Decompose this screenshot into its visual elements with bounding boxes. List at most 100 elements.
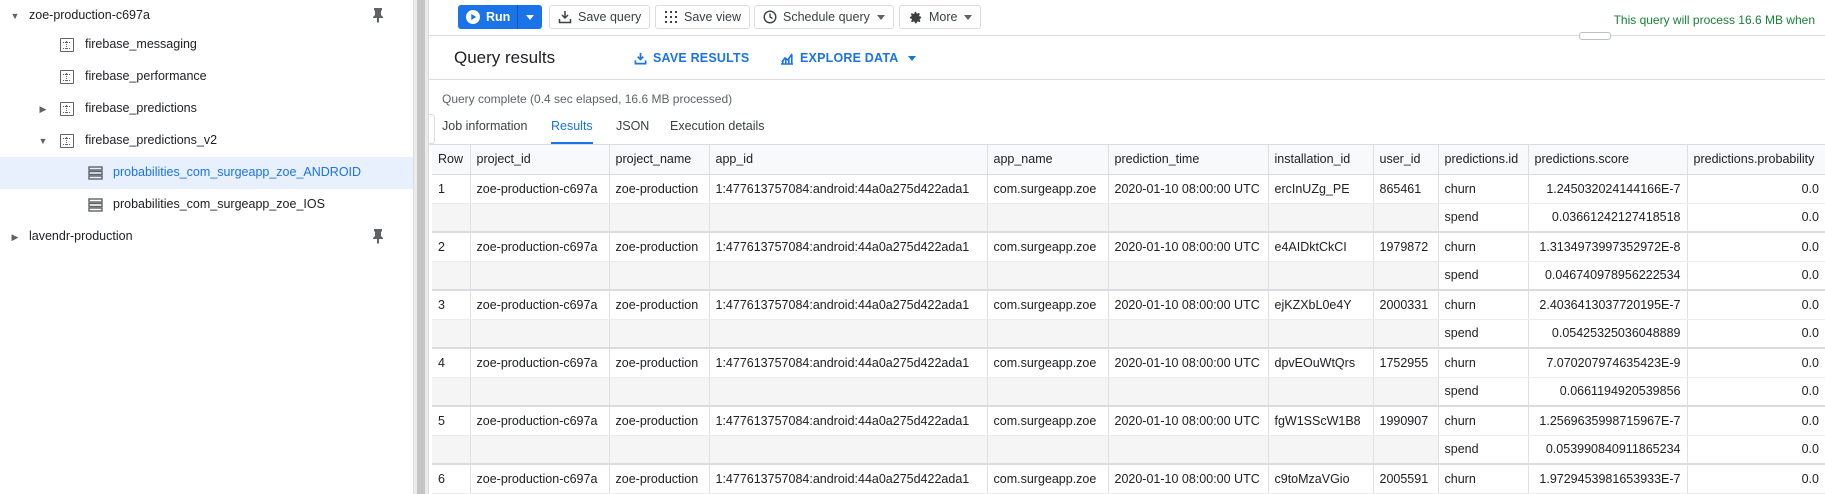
cell-predictions-probability: 0.0 [1686, 203, 1825, 233]
schedule-query-button[interactable]: Schedule query [754, 5, 894, 29]
tab-job-information[interactable]: Job information [442, 119, 527, 144]
tree-dataset-firebase-messaging[interactable]: firebase_messaging [0, 29, 413, 61]
column-header-predictions-probability[interactable]: predictions.probability [1686, 145, 1825, 175]
panel-splitter[interactable] [413, 0, 429, 494]
chevron-right-icon[interactable]: ▶ [38, 104, 48, 114]
empty-cell [1267, 261, 1373, 291]
column-header-app-name[interactable]: app_name [986, 145, 1108, 175]
empty-cell [608, 435, 709, 465]
empty-cell [432, 261, 470, 291]
tree-dataset-firebase-predictions[interactable]: ▶ firebase_predictions [0, 93, 413, 125]
cell-predictions-id: spend [1437, 203, 1528, 233]
column-header-app-id[interactable]: app_id [708, 145, 987, 175]
more-label: More [929, 10, 958, 24]
run-button[interactable]: Run [458, 5, 542, 29]
results-tabs: Job information Results JSON Execution d… [429, 114, 1825, 144]
tree-item-label: firebase_performance [85, 69, 207, 83]
cell-project-name: zoe-production [608, 232, 709, 262]
column-header-project-name[interactable]: project_name [608, 145, 709, 175]
results-header: Query results SAVE RESULTS EXPLORE DATA [429, 37, 1825, 80]
pin-icon[interactable] [371, 7, 385, 23]
cell-installation-id: dpvEOuWtQrs [1267, 348, 1373, 378]
tree-project-zoe-production[interactable]: ▼ zoe-production-c697a [0, 0, 413, 32]
save-results-button[interactable]: SAVE RESULTS [634, 51, 749, 65]
cell-installation-id: e4AIDktCkCI [1267, 232, 1373, 262]
table-row: 2 zoe-production-c697a zoe-production 1:477… [432, 232, 1825, 262]
save-view-button[interactable]: Save view [655, 5, 750, 29]
run-dropdown-button[interactable] [518, 5, 542, 29]
cell-project-id: zoe-production-c697a [469, 290, 609, 320]
run-label: Run [486, 10, 511, 24]
column-header-project-id[interactable]: project_id [469, 145, 609, 175]
empty-cell [986, 203, 1108, 233]
cell-predictions-score: 0.05425325036048889 [1527, 319, 1687, 349]
cell-predictions-probability: 0.0 [1686, 261, 1825, 291]
tree-item-label: firebase_predictions [85, 101, 197, 115]
cell-predictions-probability: 0.0 [1686, 377, 1825, 407]
save-query-button[interactable]: Save query [549, 5, 651, 29]
pin-icon[interactable] [371, 228, 385, 244]
column-header-row[interactable]: Row [432, 145, 470, 175]
empty-cell [608, 261, 709, 291]
cell-project-id: zoe-production-c697a [469, 232, 609, 262]
cell-project-name: zoe-production [608, 464, 709, 494]
cell-user-id: 2000331 [1372, 290, 1438, 320]
cell-predictions-score: 0.046740978956222534 [1527, 261, 1687, 291]
tree-dataset-firebase-performance[interactable]: firebase_performance [0, 61, 413, 93]
panel-collapse-handle[interactable] [429, 114, 435, 144]
column-header-prediction-time[interactable]: prediction_time [1107, 145, 1268, 175]
explore-data-button[interactable]: EXPLORE DATA [780, 51, 917, 65]
cell-project-id: zoe-production-c697a [469, 348, 609, 378]
table-row: 5 zoe-production-c697a zoe-production 1:477… [432, 406, 1825, 436]
table-subrow: spend 0.03661242127418518 0.0 [432, 203, 1825, 233]
tree-table-ios[interactable]: probabilities_com_surgeapp_zoe_IOS [0, 189, 413, 221]
chevron-down-icon[interactable]: ▼ [10, 11, 20, 21]
tree-dataset-firebase-predictions-v2[interactable]: ▼ firebase_predictions_v2 [0, 125, 413, 157]
cell-predictions-probability: 0.0 [1686, 348, 1825, 378]
table-subrow: spend 0.0661194920539856 0.0 [432, 377, 1825, 407]
tab-execution-details[interactable]: Execution details [670, 119, 765, 144]
dataset-icon [60, 70, 74, 84]
explore-data-label: EXPLORE DATA [800, 51, 899, 65]
more-button[interactable]: More [899, 5, 982, 29]
clock-icon [763, 10, 777, 24]
empty-cell [1107, 377, 1268, 407]
tree-item-label: firebase_messaging [85, 37, 197, 51]
cell-predictions-probability: 0.0 [1686, 319, 1825, 349]
column-header-predictions-id[interactable]: predictions.id [1437, 145, 1528, 175]
chevron-right-icon[interactable]: ▶ [10, 232, 20, 242]
cell-project-id: zoe-production-c697a [469, 406, 609, 436]
cell-predictions-probability: 0.0 [1686, 174, 1825, 204]
tab-json[interactable]: JSON [616, 119, 649, 144]
tree-item-label: firebase_predictions_v2 [85, 133, 218, 147]
column-header-installation-id[interactable]: installation_id [1267, 145, 1373, 175]
empty-cell [708, 261, 987, 291]
run-main-button[interactable]: Run [458, 5, 518, 29]
column-header-user-id[interactable]: user_id [1372, 145, 1438, 175]
caret-down-icon [876, 14, 885, 20]
cell-app-name: com.surgeapp.zoe [986, 290, 1108, 320]
tab-results[interactable]: Results [551, 119, 593, 144]
empty-cell [432, 435, 470, 465]
cell-app-id: 1:477613757084:android:44a0a275d422ada1 [708, 464, 987, 494]
cell-predictions-id: spend [1437, 319, 1528, 349]
tree-item-label: zoe-production-c697a [29, 8, 150, 22]
empty-cell [1107, 319, 1268, 349]
row-number-cell: 2 [432, 232, 470, 262]
cell-user-id: 865461 [1372, 174, 1438, 204]
grid-icon [665, 11, 677, 23]
cell-prediction-time: 2020-01-10 08:00:00 UTC [1107, 232, 1268, 262]
table-row: 3 zoe-production-c697a zoe-production 1:477… [432, 290, 1825, 320]
schedule-query-label: Schedule query [783, 10, 870, 24]
chevron-down-icon[interactable]: ▼ [38, 136, 48, 146]
cell-app-name: com.surgeapp.zoe [986, 464, 1108, 494]
tree-table-android[interactable]: probabilities_com_surgeapp_zoe_ANDROID [0, 157, 413, 189]
tree-project-lavendr-production[interactable]: ▶ lavendr-production [0, 221, 413, 253]
cell-app-name: com.surgeapp.zoe [986, 232, 1108, 262]
cell-app-id: 1:477613757084:android:44a0a275d422ada1 [708, 174, 987, 204]
cell-predictions-probability: 0.0 [1686, 406, 1825, 436]
query-toolbar: Run Save query Save view Schedule query … [429, 0, 1825, 40]
cell-predictions-id: churn [1437, 174, 1528, 204]
column-header-predictions-score[interactable]: predictions.score [1527, 145, 1687, 175]
cell-predictions-score: 7.070207974635423E-9 [1527, 348, 1687, 378]
